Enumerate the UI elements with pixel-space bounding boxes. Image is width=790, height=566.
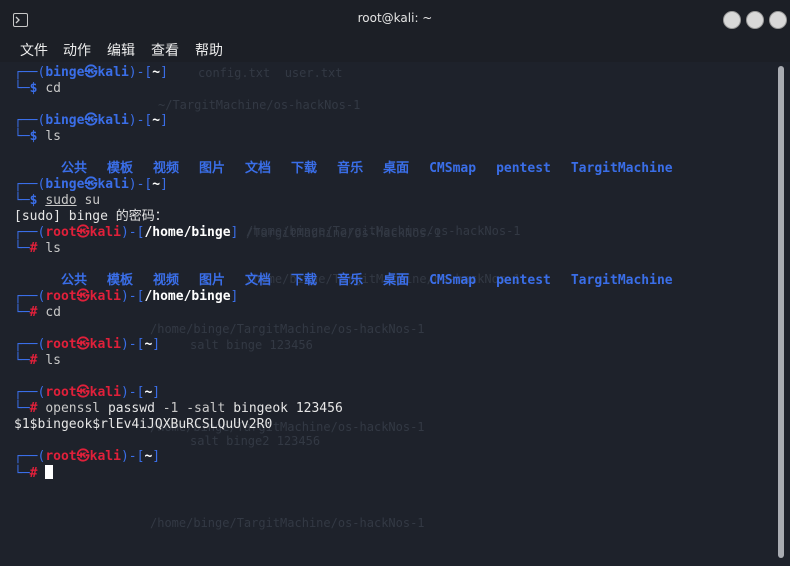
dir-item: pentest (496, 273, 551, 288)
ghost-line: /home/binge/TargitMachine/os-hackNos-1 (150, 516, 425, 530)
prompt-line: ┌──(root㉿kali)-[~] (14, 449, 161, 464)
prompt-line: ┌──(root㉿kali)-[/home/binge] (14, 289, 239, 304)
prompt-line: ┌──(root㉿kali)-[~] (14, 337, 161, 352)
menu-edit[interactable]: 编辑 (107, 40, 135, 60)
prompt-line: ┌──(binge㉿kali)-[~] (14, 177, 168, 192)
command-line: └─$ sudo su (14, 193, 101, 208)
ghost-line: config.txt user.txt (198, 66, 343, 80)
command-line: └─# ls (14, 241, 61, 256)
minimize-button[interactable] (723, 11, 741, 29)
dir-item: 文档 (245, 273, 272, 288)
sudo-prompt: [sudo] binge 的密码： (14, 209, 168, 224)
title-bar: root@kali: ~ (0, 0, 790, 38)
dir-item: CMSmap (429, 161, 477, 176)
dir-item: 桌面 (383, 273, 410, 288)
current-input-line[interactable]: └─# (14, 465, 54, 482)
dir-item: 音乐 (337, 161, 364, 176)
dir-item: 公共 (60, 161, 87, 176)
dir-item: 公共 (60, 273, 87, 288)
dir-item: TargitMachine (570, 161, 673, 176)
close-button[interactable] (769, 11, 787, 29)
dir-item: pentest (496, 161, 551, 176)
maximize-button[interactable] (746, 11, 764, 29)
dir-item: 视频 (153, 273, 180, 288)
dir-item: 模板 (106, 161, 133, 176)
menu-bar: 文件 动作 编辑 查看 帮助 (0, 38, 790, 62)
prompt-line: ┌──(root㉿kali)-[~] (14, 385, 161, 400)
terminal-output[interactable]: config.txt user.txt ~/TargitMachine/os-h… (0, 62, 790, 566)
dir-item: 文档 (245, 161, 272, 176)
dir-item: 音乐 (337, 273, 364, 288)
prompt-line: ┌──(binge㉿kali)-[~] (14, 65, 168, 80)
scrollbar-thumb[interactable] (778, 66, 784, 558)
prompt-line: ┌──(root㉿kali)-[/home/binge] (14, 225, 239, 240)
dir-item: 桌面 (383, 161, 410, 176)
menu-view[interactable]: 查看 (151, 40, 179, 60)
command-line: └─$ ls (14, 129, 61, 144)
prompt-line: ┌──(binge㉿kali)-[~] (14, 113, 168, 128)
dir-item: 图片 (199, 273, 226, 288)
dir-item: CMSmap (429, 273, 477, 288)
command-line: └─$ cd (14, 81, 61, 96)
menu-file[interactable]: 文件 (20, 40, 48, 60)
dir-item: TargitMachine (570, 273, 673, 288)
dir-item: 下载 (291, 161, 318, 176)
menu-help[interactable]: 帮助 (195, 40, 223, 60)
command-line: └─# cd (14, 305, 61, 320)
ghost-line: /home/binge/TargitMachine/os-hackNos-1 (150, 322, 425, 336)
ghost-line: salt binge2 123456 (190, 434, 321, 448)
ghost-line: /home/binge/TargitMachine/os-hackNos-1 (246, 224, 521, 238)
ghost-line: ~/TargitMachine/os-hackNos-1 (158, 98, 361, 112)
window-title: root@kali: ~ (357, 11, 433, 25)
dir-item: 下载 (291, 273, 318, 288)
dir-item: 图片 (199, 161, 226, 176)
text-cursor (45, 465, 54, 479)
ghost-line: salt binge 123456 (190, 338, 313, 352)
command-line: └─# ls (14, 353, 61, 368)
dir-item: 模板 (106, 273, 133, 288)
hash-output: $1$bingeok$rlEv4iJQXBuRCSLQuUv2R0 (14, 417, 273, 432)
dir-item: 视频 (153, 161, 180, 176)
command-line: └─# openssl passwd -1 -salt bingeok 1234… (14, 401, 343, 416)
menu-actions[interactable]: 动作 (63, 40, 91, 60)
